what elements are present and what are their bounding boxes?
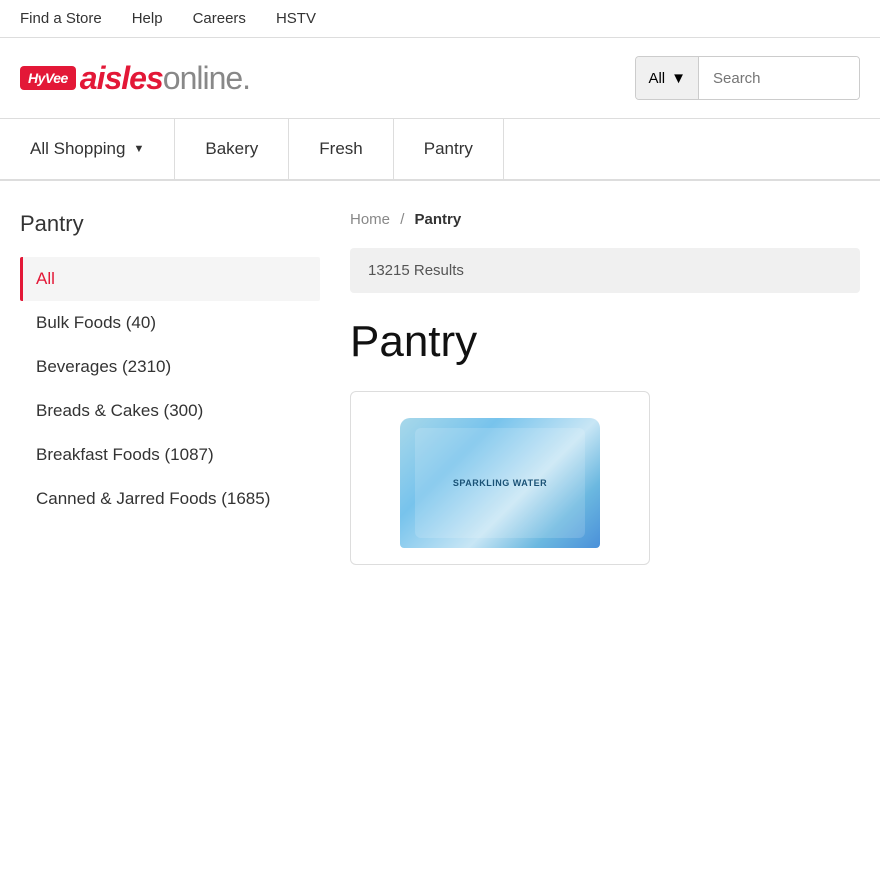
breadcrumb-home[interactable]: Home bbox=[350, 211, 390, 228]
nav-item-all-shopping[interactable]: All Shopping ▼ bbox=[0, 119, 175, 179]
sidebar-item-bulk-foods[interactable]: Bulk Foods (40) bbox=[20, 301, 320, 345]
search-input[interactable] bbox=[699, 57, 859, 99]
product-image-area: SPARKLING WATER bbox=[367, 408, 633, 548]
chevron-down-icon: ▼ bbox=[133, 143, 144, 155]
product-image: SPARKLING WATER bbox=[400, 418, 600, 548]
help-link[interactable]: Help bbox=[132, 10, 163, 27]
nav-bar: All Shopping ▼ Bakery Fresh Pantry bbox=[0, 119, 880, 181]
search-category-dropdown[interactable]: All ▼ bbox=[636, 57, 699, 99]
page-heading: Pantry bbox=[350, 317, 860, 367]
logo-area: HyVee aislesonline. bbox=[20, 60, 250, 97]
nav-item-pantry[interactable]: Pantry bbox=[394, 119, 504, 179]
find-store-link[interactable]: Find a Store bbox=[20, 10, 102, 27]
sidebar: Pantry All Bulk Foods (40) Beverages (23… bbox=[20, 211, 320, 565]
utility-bar: Find a Store Help Careers HSTV bbox=[0, 0, 880, 38]
nav-label-fresh: Fresh bbox=[319, 139, 362, 159]
results-bar: 13215 Results bbox=[350, 248, 860, 293]
sidebar-title: Pantry bbox=[20, 211, 320, 237]
product-image-label: SPARKLING WATER bbox=[453, 477, 547, 490]
main-content: Home / Pantry 13215 Results Pantry SPARK… bbox=[350, 211, 860, 565]
breadcrumb: Home / Pantry bbox=[350, 211, 860, 228]
hstv-link[interactable]: HSTV bbox=[276, 10, 316, 27]
nav-label-bakery: Bakery bbox=[205, 139, 258, 159]
nav-item-fresh[interactable]: Fresh bbox=[289, 119, 393, 179]
sidebar-item-all[interactable]: All bbox=[20, 257, 320, 301]
sidebar-item-canned-jarred[interactable]: Canned & Jarred Foods (1685) bbox=[20, 477, 320, 521]
search-category-label: All bbox=[648, 70, 665, 87]
sidebar-item-beverages[interactable]: Beverages (2310) bbox=[20, 345, 320, 389]
online-text: online. bbox=[163, 60, 250, 96]
search-area: All ▼ bbox=[635, 56, 860, 100]
results-count: 13215 Results bbox=[368, 262, 464, 279]
nav-label-all-shopping: All Shopping bbox=[30, 139, 125, 159]
nav-label-pantry: Pantry bbox=[424, 139, 473, 159]
aisles-online-logo: aislesonline. bbox=[80, 60, 250, 97]
careers-link[interactable]: Careers bbox=[193, 10, 246, 27]
aisles-text: aisles bbox=[80, 60, 163, 96]
hyvee-logo: HyVee bbox=[20, 66, 76, 90]
product-card: SPARKLING WATER bbox=[350, 391, 650, 565]
main-header: HyVee aislesonline. All ▼ bbox=[0, 38, 880, 119]
sidebar-item-breads-cakes[interactable]: Breads & Cakes (300) bbox=[20, 389, 320, 433]
sidebar-item-breakfast-foods[interactable]: Breakfast Foods (1087) bbox=[20, 433, 320, 477]
nav-item-bakery[interactable]: Bakery bbox=[175, 119, 289, 179]
breadcrumb-current: Pantry bbox=[415, 211, 462, 228]
breadcrumb-separator: / bbox=[400, 211, 404, 228]
content-area: Pantry All Bulk Foods (40) Beverages (23… bbox=[0, 181, 880, 595]
chevron-down-icon: ▼ bbox=[671, 70, 686, 87]
